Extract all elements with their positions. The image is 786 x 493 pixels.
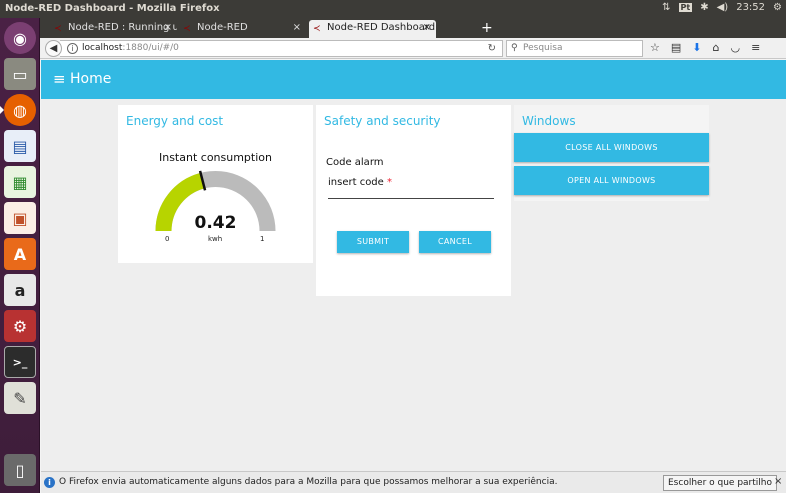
group-title: Windows [522, 114, 576, 128]
software-center-icon[interactable]: A [4, 238, 36, 270]
navigation-bar: i localhost:1880/ui/#/0 ↻ ◀ ⚲ Pesquisa ☆… [40, 38, 786, 59]
tab-close-icon[interactable]: × [423, 22, 431, 33]
writer-icon[interactable]: ▤ [4, 130, 36, 162]
window-title: Node-RED Dashboard - Mozilla Firefox [5, 3, 220, 14]
data-reporting-notification: i O Firefox envia automaticamente alguns… [41, 471, 786, 493]
back-button[interactable]: ◀ [45, 40, 62, 57]
tab-node-red-running[interactable]: ≺ Node-RED : Running u × [50, 20, 177, 38]
tab-node-red-dashboard[interactable]: ≺ Node-RED Dashboard × [309, 20, 436, 38]
code-input[interactable]: insert code * [328, 177, 494, 199]
firefox-icon[interactable]: ◍ [4, 94, 36, 126]
impress-icon[interactable]: ▣ [4, 202, 36, 234]
unity-launcher: ◉ ▭ ◍ ▤ ▦ ▣ A a ⚙ >_ ✎ ▯ [0, 18, 40, 493]
tab-close-icon[interactable]: × [293, 22, 301, 33]
gauge-min-label: 0 [165, 235, 170, 243]
site-info-icon[interactable]: i [67, 43, 78, 54]
files-icon[interactable]: ▭ [4, 58, 36, 90]
url-bar[interactable]: i localhost:1880/ui/#/0 ↻ [60, 40, 503, 57]
gauge-unit-label: kwh [208, 235, 223, 243]
open-all-windows-button[interactable]: OPEN ALL WINDOWS [514, 166, 709, 195]
code-alarm-label: Code alarm [326, 157, 384, 168]
new-tab-button[interactable]: + [481, 20, 493, 36]
close-all-windows-button[interactable]: CLOSE ALL WINDOWS [514, 133, 709, 162]
required-mark: * [387, 177, 392, 188]
calc-icon[interactable]: ▦ [4, 166, 36, 198]
hamburger-menu-icon[interactable]: ≡ [53, 72, 66, 87]
bluetooth-icon[interactable]: ✱ [700, 2, 708, 13]
system-tray: ⇅ Pt ✱ ◀) 23:52 ⚙ [662, 2, 782, 13]
network-icon[interactable]: ⇅ [662, 2, 670, 13]
clock[interactable]: 23:52 [736, 2, 765, 13]
amazon-icon[interactable]: a [4, 274, 36, 306]
submit-button[interactable]: SUBMIT [337, 231, 409, 253]
url-path: :1880/ui/#/0 [122, 43, 179, 53]
top-panel: Node-RED Dashboard - Mozilla Firefox ⇅ P… [0, 0, 786, 18]
settings-gear-icon[interactable]: ⚙ [773, 2, 782, 13]
gauge-max-label: 1 [260, 235, 265, 243]
keyboard-layout-indicator[interactable]: Pt [678, 3, 693, 12]
text-editor-icon[interactable]: ✎ [4, 382, 36, 414]
toolbar-icons: ☆ ▤ ⬇ ⌂ ◡ ≡ [650, 41, 760, 54]
cancel-button[interactable]: CANCEL [419, 231, 491, 253]
volume-icon[interactable]: ◀) [717, 2, 729, 13]
menu-icon[interactable]: ≡ [751, 41, 760, 54]
tab-node-red[interactable]: ≺ Node-RED × [179, 20, 306, 38]
gauge-title: Instant consumption [158, 151, 272, 164]
gauge-value: 0.42 [194, 213, 237, 233]
group-energy: Energy and cost Instant consumption 0.42… [118, 105, 313, 263]
url-host: localhost [82, 43, 123, 53]
node-red-favicon-icon: ≺ [313, 24, 321, 34]
search-placeholder: Pesquisa [523, 43, 563, 53]
tab-label: Node-RED : Running u [68, 22, 177, 33]
close-notification-icon[interactable]: × [774, 476, 782, 487]
bookmark-star-icon[interactable]: ☆ [650, 41, 660, 54]
trash-icon[interactable]: ▯ [4, 454, 36, 486]
tab-label: Node-RED Dashboard [327, 22, 436, 33]
reading-list-icon[interactable]: ▤ [671, 41, 681, 54]
tab-close-icon[interactable]: × [164, 22, 172, 33]
notification-message: O Firefox envia automaticamente alguns d… [59, 477, 558, 487]
group-title: Safety and security [324, 114, 441, 128]
system-settings-icon[interactable]: ⚙ [4, 310, 36, 342]
pocket-icon[interactable]: ◡ [730, 41, 740, 54]
ubuntu-dash-icon[interactable]: ◉ [4, 22, 36, 54]
reload-icon[interactable]: ↻ [488, 41, 496, 56]
group-safety: Safety and security Code alarm insert co… [316, 105, 511, 296]
downloads-icon[interactable]: ⬇ [692, 41, 701, 54]
home-icon[interactable]: ⌂ [713, 41, 720, 54]
node-red-favicon-icon: ≺ [54, 24, 62, 34]
tab-bar: ≺ Node-RED : Running u × ≺ Node-RED × ≺ … [40, 18, 786, 38]
info-icon: i [44, 477, 55, 488]
dashboard-toolbar: ≡ Home [41, 60, 786, 99]
code-placeholder: insert code [328, 177, 384, 188]
tab-label: Node-RED [197, 22, 248, 33]
node-red-favicon-icon: ≺ [183, 24, 191, 34]
group-windows: Windows CLOSE ALL WINDOWS OPEN ALL WINDO… [514, 105, 709, 201]
choose-what-to-share-button[interactable]: Escolher o que partilho [663, 475, 777, 491]
search-icon: ⚲ [511, 43, 518, 53]
page-title: Home [70, 71, 112, 87]
terminal-icon[interactable]: >_ [4, 346, 36, 378]
group-title: Energy and cost [126, 114, 224, 128]
dashboard-page: ≡ Home Energy and cost Instant consumpti… [41, 60, 786, 471]
search-input[interactable]: ⚲ Pesquisa [506, 40, 643, 57]
